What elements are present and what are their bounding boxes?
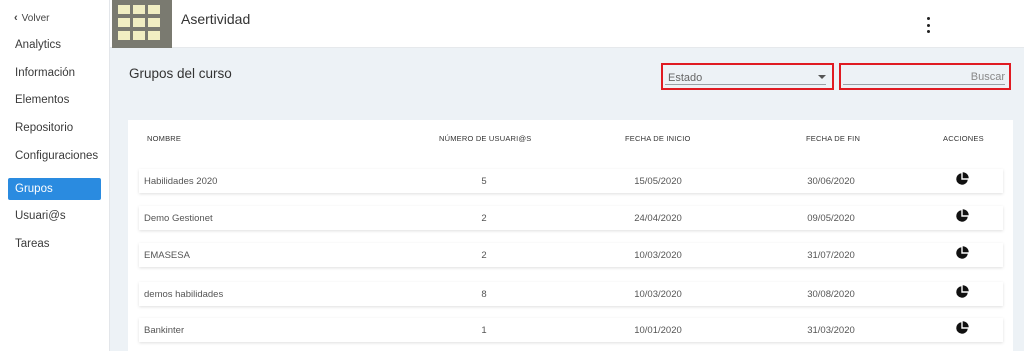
table-header: NOMBRE NÚMERO DE USUARI@S FECHA DE INICI… xyxy=(128,120,1013,158)
column-header-start-date: FECHA DE INICIO xyxy=(625,134,691,143)
status-filter-select[interactable]: Estado xyxy=(661,63,834,90)
column-header-users: NÚMERO DE USUARI@S xyxy=(439,134,532,143)
cell-end-date: 30/06/2020 xyxy=(807,176,855,187)
course-title: Asertividad xyxy=(181,11,251,27)
cell-users: 5 xyxy=(481,176,487,187)
sidebar-item-label: Configuraciones xyxy=(15,150,99,162)
cell-end-date: 31/07/2020 xyxy=(807,250,855,261)
sidebar-item-informacion[interactable]: Información xyxy=(8,62,101,84)
column-header-end-date: FECHA DE FIN xyxy=(806,134,861,143)
groups-table: NOMBRE NÚMERO DE USUARI@S FECHA DE INICI… xyxy=(128,120,1013,351)
sidebar-item-grupos[interactable]: Grupos xyxy=(8,178,101,200)
search-field[interactable] xyxy=(839,63,1011,90)
table-row[interactable]: EMASESA 2 10/03/2020 31/07/2020 xyxy=(139,243,1003,267)
sidebar-item-label: Elementos xyxy=(15,94,70,106)
chevron-left-icon: ‹ xyxy=(14,12,18,24)
column-header-name: NOMBRE xyxy=(147,134,182,143)
cell-start-date: 10/03/2020 xyxy=(634,289,682,300)
pie-chart-icon[interactable] xyxy=(955,285,969,299)
cell-users: 2 xyxy=(481,213,487,224)
pie-chart-icon[interactable] xyxy=(955,246,969,260)
sidebar-item-label: Usuari@s xyxy=(15,210,66,222)
cell-name: EMASESA xyxy=(144,250,190,261)
caret-down-icon xyxy=(818,75,826,79)
cell-name: demos habilidades xyxy=(144,289,224,300)
sidebar-item-analytics[interactable]: Analytics xyxy=(8,34,101,56)
pie-chart-icon[interactable] xyxy=(955,209,969,223)
cell-start-date: 24/04/2020 xyxy=(634,213,682,224)
cell-name: Demo Gestionet xyxy=(144,213,213,224)
cell-users: 2 xyxy=(481,250,487,261)
sidebar: ‹ Volver Analytics Información Elementos… xyxy=(0,0,110,351)
search-input[interactable] xyxy=(845,69,1005,85)
table-row[interactable]: Demo Gestionet 2 24/04/2020 09/05/2020 xyxy=(139,206,1003,230)
cell-users: 8 xyxy=(481,289,487,300)
sidebar-item-label: Tareas xyxy=(15,238,50,250)
cell-end-date: 31/03/2020 xyxy=(807,325,855,336)
sidebar-item-tareas[interactable]: Tareas xyxy=(8,233,101,255)
cell-name: Habilidades 2020 xyxy=(144,176,218,187)
cell-end-date: 30/08/2020 xyxy=(807,289,855,300)
sidebar-item-configuraciones[interactable]: Configuraciones xyxy=(8,145,101,167)
back-link[interactable]: ‹ Volver xyxy=(14,12,49,24)
pie-chart-icon[interactable] xyxy=(955,321,969,335)
cell-start-date: 10/03/2020 xyxy=(634,250,682,261)
sidebar-item-label: Repositorio xyxy=(15,122,74,134)
cell-start-date: 10/01/2020 xyxy=(634,325,682,336)
more-vertical-icon[interactable] xyxy=(925,17,931,33)
sidebar-item-repositorio[interactable]: Repositorio xyxy=(8,117,101,139)
cell-users: 1 xyxy=(481,325,487,336)
cell-name: Bankinter xyxy=(144,325,185,336)
sidebar-item-usuarios[interactable]: Usuari@s xyxy=(8,205,101,227)
cell-start-date: 15/05/2020 xyxy=(634,176,682,187)
cell-end-date: 09/05/2020 xyxy=(807,213,855,224)
page-title: Grupos del curso xyxy=(129,66,232,81)
back-label: Volver xyxy=(21,12,50,24)
sidebar-item-label: Información xyxy=(15,67,76,79)
table-row[interactable]: Bankinter 1 10/01/2020 31/03/2020 xyxy=(139,318,1003,342)
top-header: Asertividad xyxy=(110,0,1024,48)
column-header-actions: ACCIONES xyxy=(943,134,984,143)
table-row[interactable]: Habilidades 2020 5 15/05/2020 30/06/2020 xyxy=(139,169,1003,193)
sidebar-item-label: Analytics xyxy=(15,39,62,51)
pie-chart-icon[interactable] xyxy=(955,172,969,186)
sidebar-item-label: Grupos xyxy=(15,183,53,195)
status-filter-value: Estado xyxy=(668,72,703,84)
table-row[interactable]: demos habilidades 8 10/03/2020 30/08/202… xyxy=(139,282,1003,306)
course-thumbnail xyxy=(112,0,172,48)
sidebar-item-elementos[interactable]: Elementos xyxy=(8,89,101,111)
